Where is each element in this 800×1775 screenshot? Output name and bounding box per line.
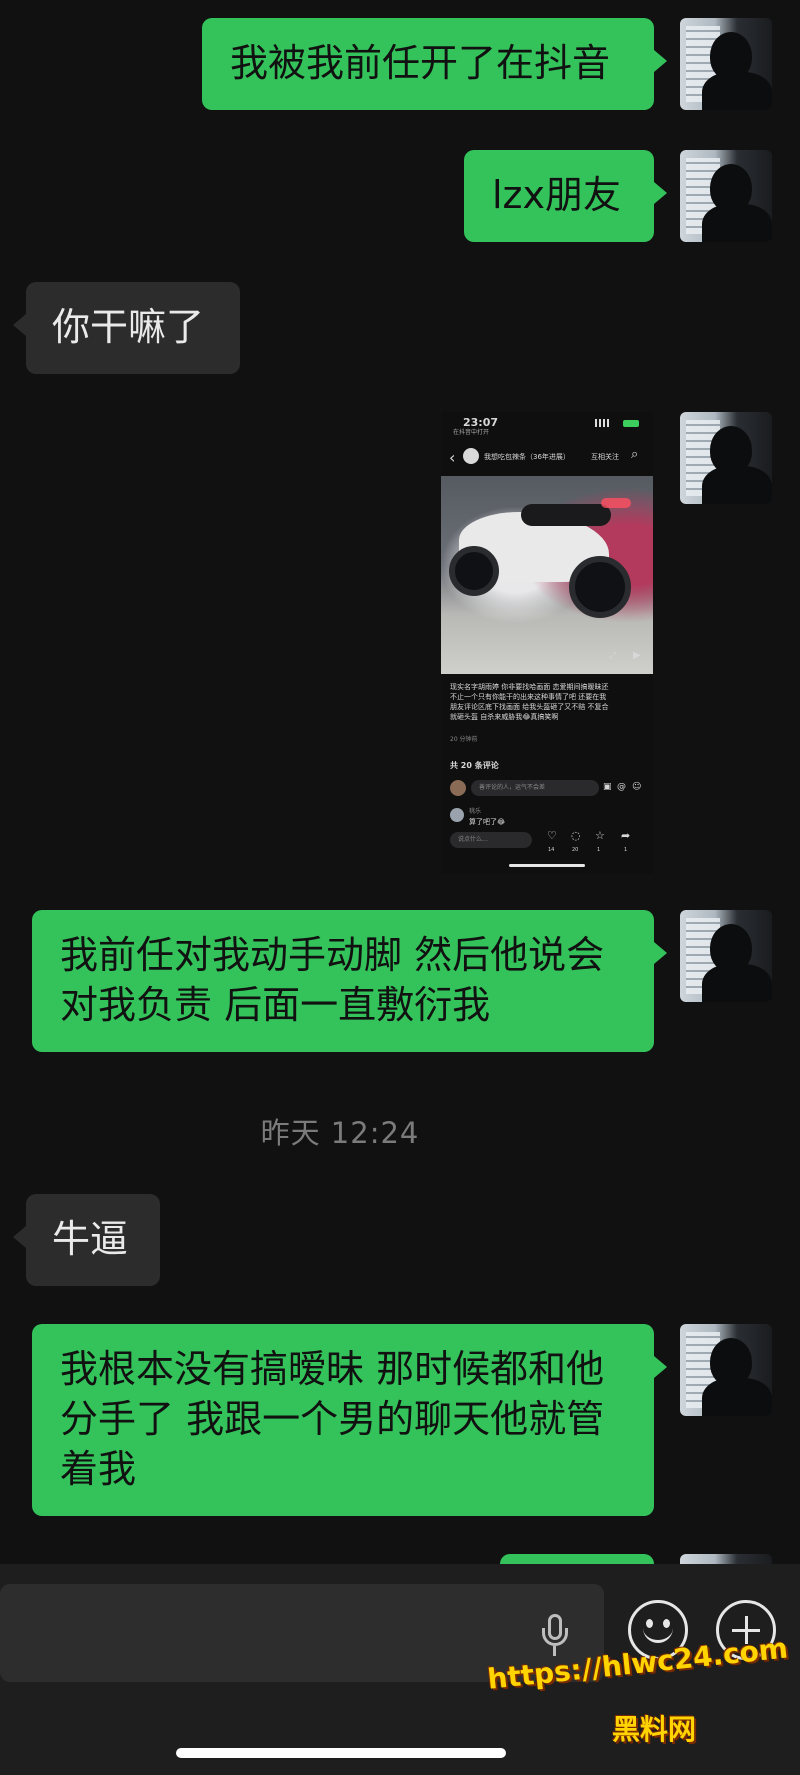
- image-icon[interactable]: ▣: [603, 781, 612, 793]
- scooter-photo[interactable]: ▶ ⤢: [441, 476, 653, 674]
- mention-icon[interactable]: @: [617, 781, 626, 793]
- caption-line: 朋友评论区底下找画面 给我头盔砸了又不赔 不复合: [450, 703, 609, 711]
- message-text-line: 我根本没有搞暧昧 那时候都和他: [60, 1347, 605, 1391]
- avatar: [450, 808, 464, 822]
- play-icon[interactable]: ▶: [633, 650, 641, 662]
- follow-label[interactable]: 互相关注: [591, 453, 619, 462]
- bubble-tail: [654, 182, 667, 204]
- message-text-line: 分手了 我跟一个男的聊天他就管: [60, 1397, 605, 1441]
- bubble-tail: [654, 942, 667, 964]
- comment-placeholder: 善评论的人，运气不会差: [479, 784, 546, 791]
- reply-text: 算了吧了😂: [469, 818, 506, 826]
- emoji-icon[interactable]: ☺: [632, 781, 641, 793]
- message-timestamp: 昨天 12:24: [260, 1116, 420, 1150]
- home-indicator: [509, 864, 585, 867]
- back-arrow-icon[interactable]: ‹: [449, 450, 455, 466]
- message-text: 牛逼: [52, 1217, 129, 1261]
- message-text: 我被我前任开了在抖音: [230, 41, 611, 85]
- avatar[interactable]: [463, 448, 479, 464]
- comment-icon[interactable]: ◌: [571, 830, 581, 842]
- account-name[interactable]: 我想吃包辣条（36年进展）: [484, 453, 570, 462]
- post-time: 20 分钟前: [450, 736, 478, 743]
- favorite-count: 1: [597, 847, 601, 853]
- message-text: lzx朋友: [492, 173, 621, 217]
- bubble-tail: [654, 50, 667, 72]
- favorite-icon[interactable]: ☆: [595, 830, 605, 842]
- avatar[interactable]: [680, 1324, 772, 1416]
- like-icon[interactable]: ♡: [547, 830, 557, 842]
- message-bubble-outgoing[interactable]: lzx朋友: [464, 150, 654, 242]
- watermark-site-name: 黑料网: [612, 1713, 697, 1746]
- say-placeholder: 说点什么…: [458, 836, 489, 843]
- say-something-input[interactable]: 说点什么…: [450, 832, 532, 848]
- status-time: 23:07: [463, 416, 499, 429]
- avatar[interactable]: [680, 412, 772, 504]
- front-wheel: [449, 546, 499, 596]
- like-count: 14: [548, 847, 555, 853]
- message-bubble-outgoing[interactable]: 我被我前任开了在抖音: [202, 18, 654, 110]
- tail-light: [601, 498, 631, 508]
- message-bubble-incoming[interactable]: 你干嘛了: [26, 282, 240, 374]
- search-icon[interactable]: ⌕: [631, 448, 638, 462]
- caption-line: 不止一个只有你能干的出来这种事情了吧 还要在我: [450, 693, 607, 701]
- back-to-app-label[interactable]: 在抖音中打开: [453, 429, 489, 437]
- bubble-tail: [13, 314, 26, 336]
- share-icon[interactable]: ➦: [621, 830, 630, 842]
- avatar[interactable]: [680, 910, 772, 1002]
- post-caption: 现实名字胡雨婷 你非要找哈画面 恋爱期间搞暧昧还 不止一个只有你能干的出来这种事…: [450, 682, 646, 722]
- message-bubble-outgoing[interactable]: 我根本没有搞暧昧 那时候都和他 分手了 我跟一个男的聊天他就管 着我: [32, 1324, 654, 1516]
- rear-wheel: [569, 556, 631, 618]
- battery-icon: [623, 420, 639, 427]
- image-message-screenshot[interactable]: 23:07 在抖音中打开 ‹ 我想吃包辣条（36年进展） 互相关注 ⌕ ▶ ⤢ …: [441, 412, 653, 874]
- fullscreen-icon[interactable]: ⤢: [609, 650, 616, 662]
- message-bubble-incoming[interactable]: 牛逼: [26, 1194, 160, 1286]
- scooter-seat: [521, 504, 611, 526]
- message-text-line: 着我: [60, 1447, 137, 1491]
- caption-line: 现实名字胡雨婷 你非要找哈画面 恋爱期间搞暧昧还: [450, 683, 609, 691]
- comment-count: 20: [572, 847, 579, 853]
- message-text-line: 对我负责 后面一直敷衍我: [60, 983, 491, 1027]
- avatar[interactable]: [680, 18, 772, 110]
- bubble-tail: [13, 1226, 26, 1248]
- avatar[interactable]: [680, 150, 772, 242]
- message-text: 你干嘛了: [52, 305, 205, 349]
- comment-input[interactable]: 善评论的人，运气不会差: [471, 780, 599, 796]
- bubble-tail: [654, 1356, 667, 1378]
- message-bubble-outgoing[interactable]: 我前任对我动手动脚 然后他说会 对我负责 后面一直敷衍我: [32, 910, 654, 1052]
- avatar: [450, 780, 466, 796]
- home-indicator: [176, 1748, 506, 1758]
- caption-line: 就砸头盔 自杀来威胁我😂真搞笑啊: [450, 713, 559, 721]
- signal-icon: [595, 419, 609, 427]
- message-text-line: 我前任对我动手动脚 然后他说会: [60, 933, 605, 977]
- microphone-icon[interactable]: [540, 1614, 570, 1658]
- comments-count: 共 20 条评论: [450, 761, 499, 770]
- share-count: 1: [624, 847, 628, 853]
